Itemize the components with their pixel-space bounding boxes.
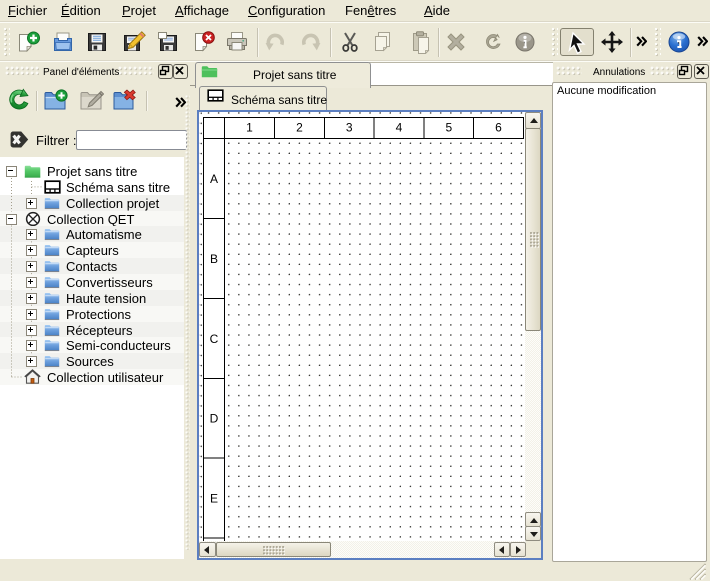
- svg-text:2: 2: [296, 121, 303, 135]
- svg-text:C: C: [210, 332, 219, 346]
- svg-text:3: 3: [346, 121, 353, 135]
- svg-text:D: D: [210, 412, 219, 426]
- svg-text:4: 4: [396, 121, 403, 135]
- svg-text:E: E: [210, 491, 218, 505]
- svg-text:5: 5: [445, 121, 452, 135]
- svg-text:6: 6: [495, 121, 502, 135]
- svg-text:B: B: [210, 252, 218, 266]
- svg-text:1: 1: [246, 121, 253, 135]
- svg-text:A: A: [210, 172, 218, 186]
